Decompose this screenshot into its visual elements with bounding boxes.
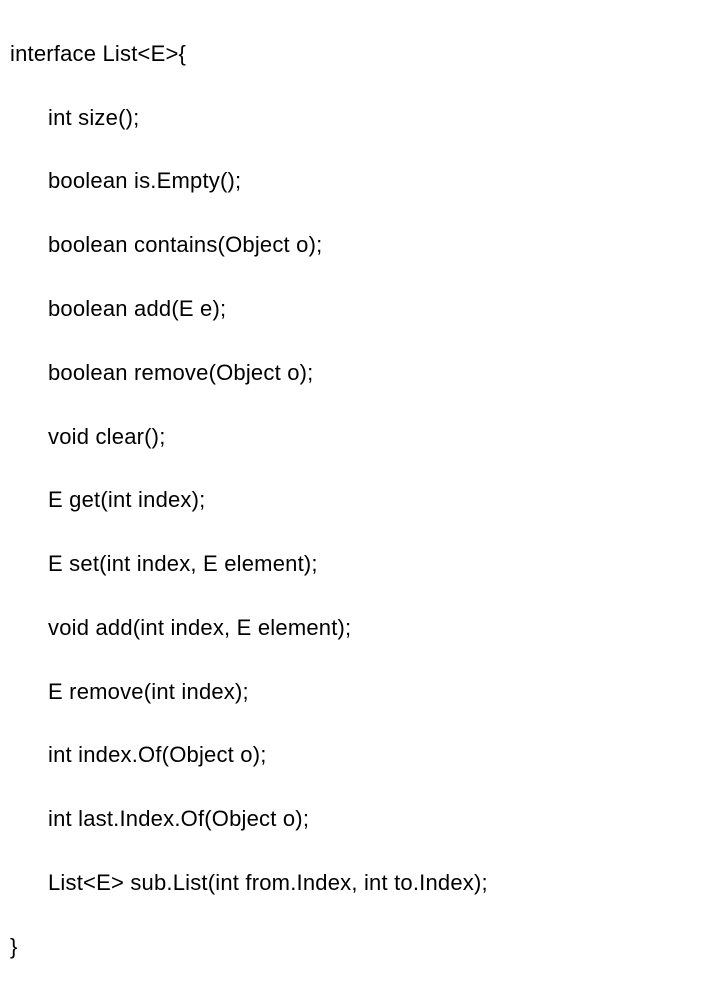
code-line: boolean is.Empty(); <box>10 165 720 197</box>
code-line: boolean add(E e); <box>10 293 720 325</box>
code-line: E get(int index); <box>10 484 720 516</box>
code-block: interface List<E>{ int size(); boolean i… <box>0 0 720 995</box>
code-line: boolean remove(Object o); <box>10 357 720 389</box>
code-line-open: interface List<E>{ <box>10 38 720 70</box>
code-line: int index.Of(Object o); <box>10 739 720 771</box>
code-line: boolean contains(Object o); <box>10 229 720 261</box>
code-line: E remove(int index); <box>10 676 720 708</box>
code-line-close: } <box>10 931 720 963</box>
code-line: void add(int index, E element); <box>10 612 720 644</box>
code-line: int last.Index.Of(Object o); <box>10 803 720 835</box>
code-line: E set(int index, E element); <box>10 548 720 580</box>
code-line: int size(); <box>10 102 720 134</box>
code-line: List<E> sub.List(int from.Index, int to.… <box>10 867 720 899</box>
code-line: void clear(); <box>10 421 720 453</box>
